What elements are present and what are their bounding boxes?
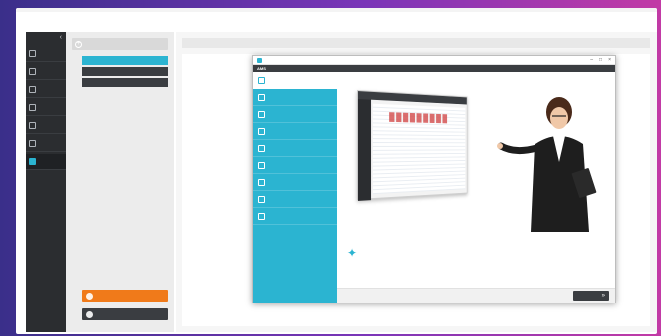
dialog-app-bar: AMS (253, 65, 615, 72)
sub-item-2[interactable] (82, 67, 168, 76)
calendar-icon (29, 68, 36, 75)
nav-item-1[interactable] (26, 46, 66, 62)
dialog-menu-item-7[interactable] (253, 174, 337, 191)
chat-icon (258, 212, 265, 220)
welcome-message: ✦ (347, 246, 607, 266)
minimize-icon[interactable]: – (590, 57, 593, 63)
dialog-menu-item-8[interactable] (253, 191, 337, 208)
trophy-icon (258, 178, 265, 186)
secondary-cta-button[interactable] (82, 308, 168, 320)
people-icon (258, 127, 265, 135)
help-icon (29, 158, 36, 165)
person-icon: ✦ (347, 246, 358, 260)
dialog-menu-item-9[interactable] (253, 208, 337, 225)
dialog-menu-item-6[interactable] (253, 157, 337, 174)
sub-panel-header[interactable]: + (72, 38, 168, 50)
illustration-highlight-row (389, 112, 448, 124)
window-top-strip (16, 8, 657, 12)
dialog-title-bar: – □ × (253, 56, 615, 65)
illustration-sidebar (357, 99, 372, 201)
dialog-menu-item-1[interactable] (253, 72, 337, 89)
person-icon (258, 76, 265, 84)
presenter-woman-illustration (497, 97, 597, 232)
network-icon (258, 110, 265, 118)
table-icon (29, 86, 36, 93)
welcome-dialog: – □ × AMS ✦ » (252, 55, 616, 303)
next-button[interactable]: » (573, 291, 609, 301)
quote-icon (258, 195, 265, 203)
nav-item-4[interactable] (26, 100, 66, 116)
circle-icon (86, 292, 93, 300)
home-icon (29, 50, 36, 57)
document-icon (29, 122, 36, 129)
dialog-body: ✦ » (337, 72, 615, 303)
nav-item-5[interactable] (26, 118, 66, 134)
dialog-footer: » (337, 288, 615, 303)
sub-item-1[interactable] (82, 56, 168, 65)
plus-icon: + (75, 40, 82, 48)
chevron-left-icon: ‹ (59, 34, 62, 41)
list-icon (258, 161, 265, 169)
sub-item-3[interactable] (82, 78, 168, 87)
camera-icon (258, 144, 265, 152)
dialog-menu-item-4[interactable] (253, 123, 337, 140)
tools-icon (29, 140, 36, 147)
dialog-menu (253, 72, 337, 303)
breadcrumb (182, 38, 650, 48)
arrows-icon (258, 93, 265, 101)
illustration-toolbar (357, 91, 467, 105)
dialog-menu-item-2[interactable] (253, 89, 337, 106)
software-screenshot-illustration (357, 90, 468, 201)
nav-collapse-button[interactable]: ‹ (26, 32, 66, 44)
nav-item-2[interactable] (26, 64, 66, 80)
maximize-icon[interactable]: □ (599, 57, 602, 63)
nav-item-3[interactable] (26, 82, 66, 98)
wallet-icon (29, 104, 36, 111)
dialog-menu-item-5[interactable] (253, 140, 337, 157)
primary-cta-button[interactable] (82, 290, 168, 302)
sub-navigation-panel: + (66, 32, 174, 332)
dialog-menu-item-3[interactable] (253, 106, 337, 123)
window-controls: – □ × (590, 57, 611, 63)
double-chevron-right-icon: » (601, 293, 605, 299)
main-nav: ‹ (26, 32, 66, 332)
nav-item-6[interactable] (26, 136, 66, 152)
app-logo-icon (257, 57, 262, 63)
close-icon[interactable]: × (608, 57, 611, 63)
nav-item-7[interactable] (26, 154, 66, 170)
chat-icon (86, 310, 93, 318)
